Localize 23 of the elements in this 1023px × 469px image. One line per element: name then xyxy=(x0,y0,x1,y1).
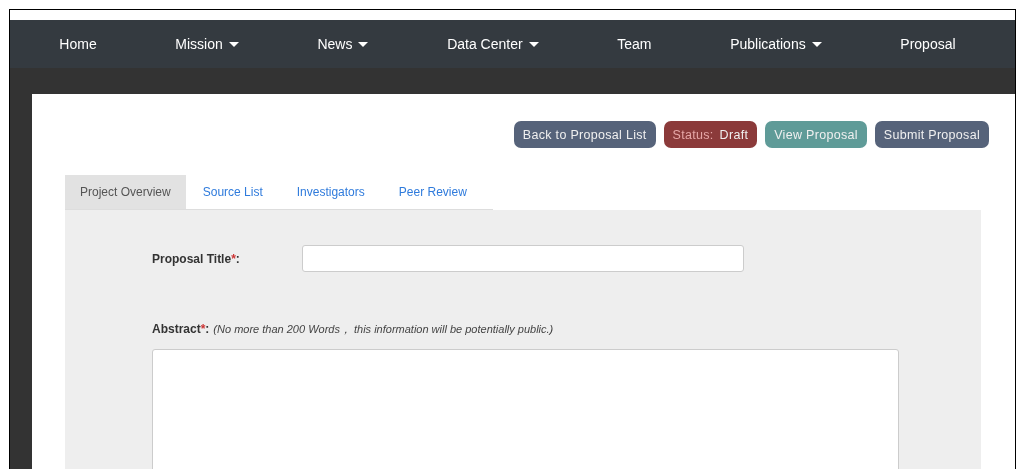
input-field[interactable] xyxy=(302,245,744,272)
caret-icon xyxy=(228,41,239,47)
action-button[interactable]: Back to Proposal List xyxy=(513,121,656,148)
nav-link[interactable]: Data Center xyxy=(447,36,539,52)
field-hint: (No more than 200 Words， this information will be potentially public.) xyxy=(213,322,554,337)
status-value: Draft xyxy=(719,127,749,142)
tab[interactable]: Investigators xyxy=(279,175,382,209)
nav-link[interactable]: Team xyxy=(617,36,652,52)
tab[interactable]: Peer Review xyxy=(381,175,484,209)
status-label: Status: xyxy=(672,127,714,142)
nav-link[interactable]: Publications xyxy=(730,36,822,52)
caret-icon xyxy=(811,41,822,47)
action-button[interactable]: Submit Proposal xyxy=(874,121,989,148)
caret-icon xyxy=(358,41,369,47)
nav-link[interactable]: News xyxy=(317,36,369,52)
caret-icon xyxy=(528,41,539,47)
field-label: Proposal Title*: xyxy=(152,251,241,266)
nav-link[interactable]: Mission xyxy=(175,36,239,52)
nav-link[interactable]: Proposal xyxy=(900,36,956,52)
tab[interactable]: Source List xyxy=(185,175,280,209)
field-label: Abstract*: xyxy=(152,322,210,336)
tab[interactable]: Project Overview xyxy=(65,175,186,209)
nav-link[interactable]: Home xyxy=(59,36,97,52)
